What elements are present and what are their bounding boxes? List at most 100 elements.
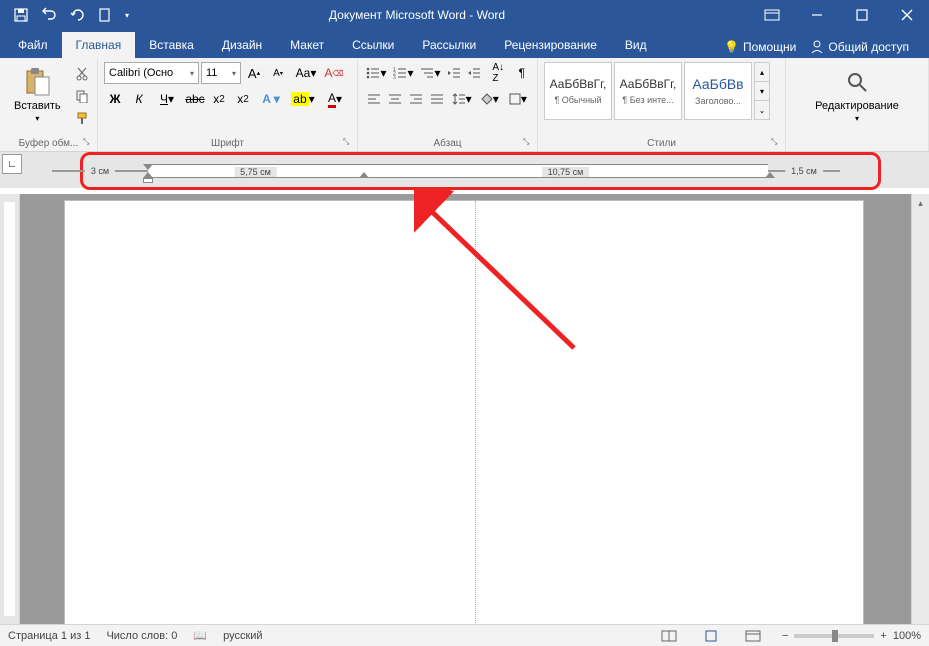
right-indent-marker[interactable] — [765, 164, 775, 178]
tab-view[interactable]: Вид — [611, 32, 661, 58]
word-count[interactable]: Число слов: 0 — [106, 630, 177, 642]
paste-button[interactable]: Вставить ▾ — [6, 62, 69, 130]
horizontal-ruler[interactable]: 3 см 5,75 см 10,75 см 1,5 см — [52, 162, 899, 180]
ruler-m3: 10,75 см — [542, 167, 590, 177]
quick-access-toolbar: ▾ — [0, 2, 142, 28]
page-indicator[interactable]: Страница 1 из 1 — [8, 630, 90, 642]
font-launcher[interactable]: ⤡ — [343, 137, 353, 147]
zoom-slider[interactable] — [794, 634, 874, 638]
style-name: ¶ Обычный — [554, 95, 601, 105]
justify-button[interactable] — [427, 88, 446, 110]
font-color-button[interactable]: A▾ — [320, 88, 350, 110]
show-marks-button[interactable]: ¶ — [513, 62, 531, 84]
tab-insert[interactable]: Вставка — [135, 32, 208, 58]
tab-home[interactable]: Главная — [62, 32, 136, 58]
align-left-button[interactable] — [364, 88, 383, 110]
vertical-ruler[interactable] — [0, 194, 20, 624]
style-heading1[interactable]: АаБбВвЗаголово... — [684, 62, 752, 120]
qat-customize-button[interactable]: ▾ — [120, 2, 134, 28]
maximize-button[interactable] — [839, 0, 884, 30]
group-styles: АаБбВвГг,¶ Обычный АаБбВвГг,¶ Без инте..… — [538, 58, 786, 151]
print-layout-button[interactable] — [698, 627, 724, 645]
center-indent-marker[interactable] — [359, 164, 369, 178]
tab-tellme[interactable]: Помощни — [743, 40, 796, 54]
language-indicator[interactable]: русский — [223, 630, 262, 642]
lightbulb-icon: 💡 — [724, 40, 739, 54]
shrink-font-button[interactable]: A▾ — [267, 62, 289, 84]
web-layout-button[interactable] — [740, 627, 766, 645]
zoom-in-button[interactable]: + — [880, 630, 886, 642]
undo-button[interactable] — [36, 2, 62, 28]
editing-label: Редактирование — [815, 100, 899, 112]
styles-down-button[interactable]: ▾ — [755, 81, 769, 100]
numbering-button[interactable]: 123▾ — [391, 62, 416, 84]
font-name-combo[interactable]: Calibri (Осно▾ — [104, 62, 199, 84]
close-button[interactable] — [884, 0, 929, 30]
multilevel-button[interactable]: ▾ — [418, 62, 443, 84]
scroll-up-button[interactable]: ▴ — [912, 194, 929, 212]
clear-format-button[interactable]: A⌫ — [323, 62, 345, 84]
italic-button[interactable]: К — [128, 88, 150, 110]
format-painter-button[interactable] — [71, 108, 93, 128]
shading-button[interactable]: ▾ — [477, 88, 503, 110]
minimize-button[interactable] — [794, 0, 839, 30]
grow-font-button[interactable]: A▴ — [243, 62, 265, 84]
tab-file[interactable]: Файл — [4, 32, 62, 58]
align-right-button[interactable] — [406, 88, 425, 110]
titlebar: ▾ Документ Microsoft Word - Word — [0, 0, 929, 30]
indent-inc-button[interactable] — [465, 62, 483, 84]
editing-button[interactable]: Редактирование ▾ — [792, 62, 922, 127]
style-name: Заголово... — [695, 96, 741, 106]
align-center-button[interactable] — [385, 88, 404, 110]
font-group-label: Шрифт — [98, 138, 357, 149]
font-name-value: Calibri (Осно — [109, 67, 173, 79]
zoom-level[interactable]: 100% — [893, 630, 921, 642]
highlight-button[interactable]: ab▾ — [288, 88, 318, 110]
first-line-indent-marker[interactable] — [143, 164, 153, 183]
clipboard-launcher[interactable]: ⤡ — [83, 137, 93, 147]
person-icon — [810, 40, 824, 54]
page[interactable] — [64, 200, 864, 624]
superscript-button[interactable]: x2 — [232, 88, 254, 110]
tab-mailings[interactable]: Рассылки — [408, 32, 490, 58]
tab-selector[interactable]: ∟ — [2, 154, 22, 174]
zoom-out-button[interactable]: − — [782, 630, 788, 642]
ribbon-display-button[interactable] — [752, 0, 792, 30]
spellcheck-icon[interactable]: 📖 — [193, 629, 207, 642]
ruler-zone: ∟ 3 см 5,75 см 10,75 см 1,5 см — [0, 152, 929, 188]
styles-group-label: Стили — [538, 138, 785, 149]
tab-review[interactable]: Рецензирование — [490, 32, 611, 58]
style-nospacing[interactable]: АаБбВвГг,¶ Без инте... — [614, 62, 682, 120]
bullets-button[interactable]: ▾ — [364, 62, 389, 84]
cut-button[interactable] — [71, 64, 93, 84]
tab-layout[interactable]: Макет — [276, 32, 338, 58]
line-spacing-button[interactable]: ▾ — [449, 88, 475, 110]
sort-button[interactable]: A↓Z — [486, 62, 511, 84]
underline-button[interactable]: Ч ▾ — [152, 88, 182, 110]
style-normal[interactable]: АаБбВвГг,¶ Обычный — [544, 62, 612, 120]
tab-references[interactable]: Ссылки — [338, 32, 408, 58]
styles-expand-button[interactable]: ⌄ — [755, 100, 769, 119]
copy-button[interactable] — [71, 86, 93, 106]
style-name: ¶ Без инте... — [622, 95, 673, 105]
tab-design[interactable]: Дизайн — [208, 32, 276, 58]
redo-button[interactable] — [64, 2, 90, 28]
indent-dec-button[interactable] — [445, 62, 463, 84]
strike-button[interactable]: abc — [184, 88, 206, 110]
ruler-m1: 3 см — [85, 166, 115, 176]
font-size-combo[interactable]: 11▾ — [201, 62, 241, 84]
vertical-scrollbar[interactable]: ▴ — [911, 194, 929, 624]
styles-up-button[interactable]: ▴ — [755, 63, 769, 81]
share-button[interactable]: Общий доступ — [800, 36, 919, 58]
group-editing: Редактирование ▾ — [786, 58, 929, 151]
paragraph-launcher[interactable]: ⤡ — [523, 137, 533, 147]
new-doc-button[interactable] — [92, 2, 118, 28]
subscript-button[interactable]: x2 — [208, 88, 230, 110]
text-effects-button[interactable]: A ▾ — [256, 88, 286, 110]
borders-button[interactable]: ▾ — [505, 88, 531, 110]
read-mode-button[interactable] — [656, 627, 682, 645]
save-button[interactable] — [8, 2, 34, 28]
styles-launcher[interactable]: ⤡ — [771, 137, 781, 147]
bold-button[interactable]: Ж — [104, 88, 126, 110]
change-case-button[interactable]: Aa▾ — [291, 62, 321, 84]
